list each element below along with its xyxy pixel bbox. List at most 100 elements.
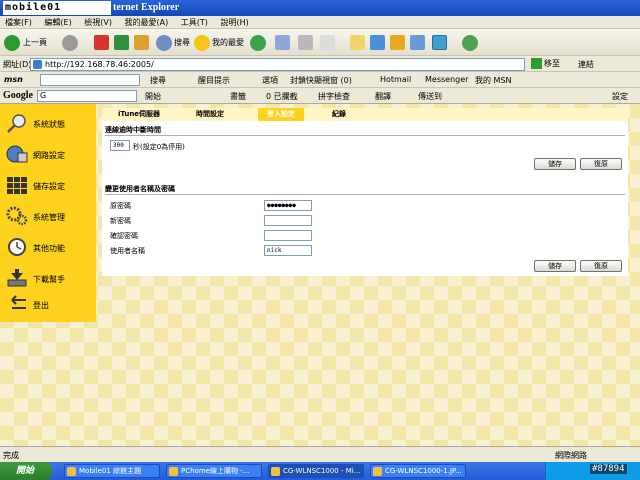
storage-grid-icon	[7, 177, 27, 194]
msn-search-button[interactable]: 搜尋	[150, 75, 166, 86]
forward-arrow-icon	[62, 34, 78, 51]
menu-bar: 檔案(F) 編輯(E) 檢視(V) 我的最愛(A) 工具(T) 說明(H)	[0, 16, 640, 29]
people-icon	[462, 34, 478, 51]
image-viewer-icon	[373, 467, 382, 476]
taskbar: 開始 Mobile01 綜館主題 PChome線上購物 -... CG-WLNS…	[0, 462, 640, 480]
address-bar: 網址(D) http://192.168.78.46:2005/ 移至 連結	[0, 56, 640, 72]
print-button[interactable]	[298, 33, 313, 52]
username-input[interactable]: nick	[264, 245, 312, 256]
menu-view[interactable]: 檢視(V)	[79, 16, 117, 29]
google-logo[interactable]: Google	[3, 90, 33, 101]
favorites-label: 我的最愛	[212, 38, 244, 47]
home-icon	[134, 35, 149, 50]
section-divider	[105, 135, 625, 136]
sidebar-item-other-functions[interactable]: 其他功能	[0, 233, 96, 261]
web-content: 系統狀態 網路設定 儲存設定 系統管理 其他功能 下載幫手 登出 iTune伺服…	[0, 104, 640, 446]
menu-favorites[interactable]: 我的最愛(A)	[120, 16, 174, 29]
sidebar-item-label: 系統狀態	[33, 120, 65, 129]
links-button[interactable]: 連結	[578, 59, 594, 70]
refresh-icon	[114, 35, 129, 50]
menu-help[interactable]: 說明(H)	[215, 16, 253, 29]
username-label: 使用者名稱	[110, 247, 145, 255]
idle-timeout-title: 連線逾時中斷時間	[105, 126, 161, 134]
idle-timeout-input[interactable]: 300	[110, 140, 130, 151]
history-button[interactable]	[250, 33, 266, 52]
menu-edit[interactable]: 編輯(E)	[39, 16, 76, 29]
new-password-input[interactable]	[264, 215, 312, 226]
refresh-button[interactable]	[114, 33, 129, 52]
magnifier-icon	[7, 114, 26, 133]
tab-logs[interactable]: 紀錄	[314, 108, 364, 121]
google-settings-button[interactable]: 設定	[612, 91, 628, 102]
tab-login-settings[interactable]: 登入設定	[258, 108, 304, 121]
search-button[interactable]: 搜尋	[156, 33, 190, 52]
people-button[interactable]	[462, 33, 478, 52]
messenger-button[interactable]: Messenger	[425, 75, 468, 84]
search-label: 搜尋	[174, 38, 190, 47]
address-label: 網址(D)	[3, 60, 32, 69]
spellcheck-button[interactable]: 拼字檢查	[318, 91, 350, 102]
google-bookmarks-button[interactable]: 書籤	[230, 91, 246, 102]
mail-button[interactable]	[275, 33, 290, 52]
home-button[interactable]	[134, 33, 149, 52]
password-reset-button[interactable]: 復原	[580, 260, 622, 272]
idle-reset-button[interactable]: 復原	[580, 158, 622, 170]
google-input-value: G	[40, 91, 47, 100]
go-button[interactable]: 移至	[531, 58, 560, 69]
google-blocked-count[interactable]: 0 已攔截	[266, 91, 298, 102]
sidebar-item-network[interactable]: 網路設定	[0, 140, 96, 168]
section-divider	[105, 194, 625, 195]
address-url: http://192.168.78.46:2005/	[45, 60, 154, 69]
translate-button[interactable]: 翻譯	[375, 91, 391, 102]
confirm-password-input[interactable]	[264, 230, 312, 241]
idle-save-button[interactable]: 儲存	[534, 158, 576, 170]
history-icon	[250, 34, 266, 51]
hotmail-button[interactable]: Hotmail	[380, 75, 411, 84]
calendar-button[interactable]	[410, 33, 425, 52]
window-title: ternet Explorer	[113, 2, 180, 13]
favorites-button[interactable]: 我的最愛	[194, 33, 244, 52]
sidebar-item-download-helper[interactable]: 下載幫手	[0, 264, 96, 292]
google-toolbar: Google G 開始 書籤 0 已攔截 拼字檢查 翻譯 傳送到 設定	[0, 88, 640, 104]
sidebar-item-label: 其他功能	[33, 244, 65, 253]
password-save-button[interactable]: 儲存	[534, 260, 576, 272]
taskbar-item-router-jpg[interactable]: CG-WLNSC1000-1.JP...	[370, 464, 466, 478]
google-search-input[interactable]: G	[37, 90, 137, 102]
menu-file[interactable]: 檔案(F)	[0, 16, 37, 29]
tab-time-settings[interactable]: 時間設定	[176, 108, 244, 121]
taskbar-item-router-mi[interactable]: CG-WLNSC1000 - Mi...	[268, 464, 364, 478]
sidebar-item-logout[interactable]: 登出	[0, 290, 96, 318]
sidebar-item-label: 網路設定	[33, 151, 65, 160]
messenger-toolbar-button[interactable]	[390, 33, 405, 52]
start-button[interactable]: 開始	[0, 462, 52, 480]
popup-blocker-button[interactable]: 封鎖快顯視窗 (0)	[290, 75, 352, 86]
google-start-button[interactable]: 開始	[145, 91, 161, 102]
taskbar-item-pchome[interactable]: PChome線上購物 -...	[166, 464, 262, 478]
send-to-button[interactable]: 傳送到	[418, 91, 442, 102]
forward-button[interactable]	[62, 33, 78, 52]
msn-logo[interactable]: msn	[4, 75, 23, 84]
sidebar-item-label: 下載幫手	[33, 275, 65, 284]
printer-icon	[298, 35, 313, 50]
msn-search-input[interactable]	[40, 74, 140, 86]
sidebar-item-system-status[interactable]: 系統狀態	[0, 109, 96, 137]
stop-button[interactable]	[94, 33, 109, 52]
edit-button[interactable]	[320, 33, 335, 52]
taskbar-item-mobile01[interactable]: Mobile01 綜館主題	[64, 464, 160, 478]
sidebar-item-system-admin[interactable]: 系統管理	[0, 202, 96, 230]
sidebar-item-storage[interactable]: 儲存設定	[0, 171, 96, 199]
back-button[interactable]: 上一頁	[4, 33, 47, 52]
msn-options-button[interactable]: 選項	[262, 75, 278, 86]
menu-tools[interactable]: 工具(T)	[176, 16, 213, 29]
go-label: 移至	[544, 59, 560, 68]
tab-itunes-server[interactable]: iTune伺服器	[102, 108, 176, 121]
media-button[interactable]	[432, 33, 447, 52]
my-msn-button[interactable]: 我的 MSN	[475, 75, 512, 86]
msn-highlight-button[interactable]: 醒目提示	[198, 75, 230, 86]
folder-button[interactable]	[350, 33, 365, 52]
task-label: PChome線上購物 -...	[181, 467, 250, 475]
status-bar: 完成 網際網路	[0, 446, 640, 462]
research-button[interactable]	[370, 33, 385, 52]
old-password-input[interactable]: ●●●●●●●●	[264, 200, 312, 211]
address-input[interactable]: http://192.168.78.46:2005/	[30, 58, 525, 71]
